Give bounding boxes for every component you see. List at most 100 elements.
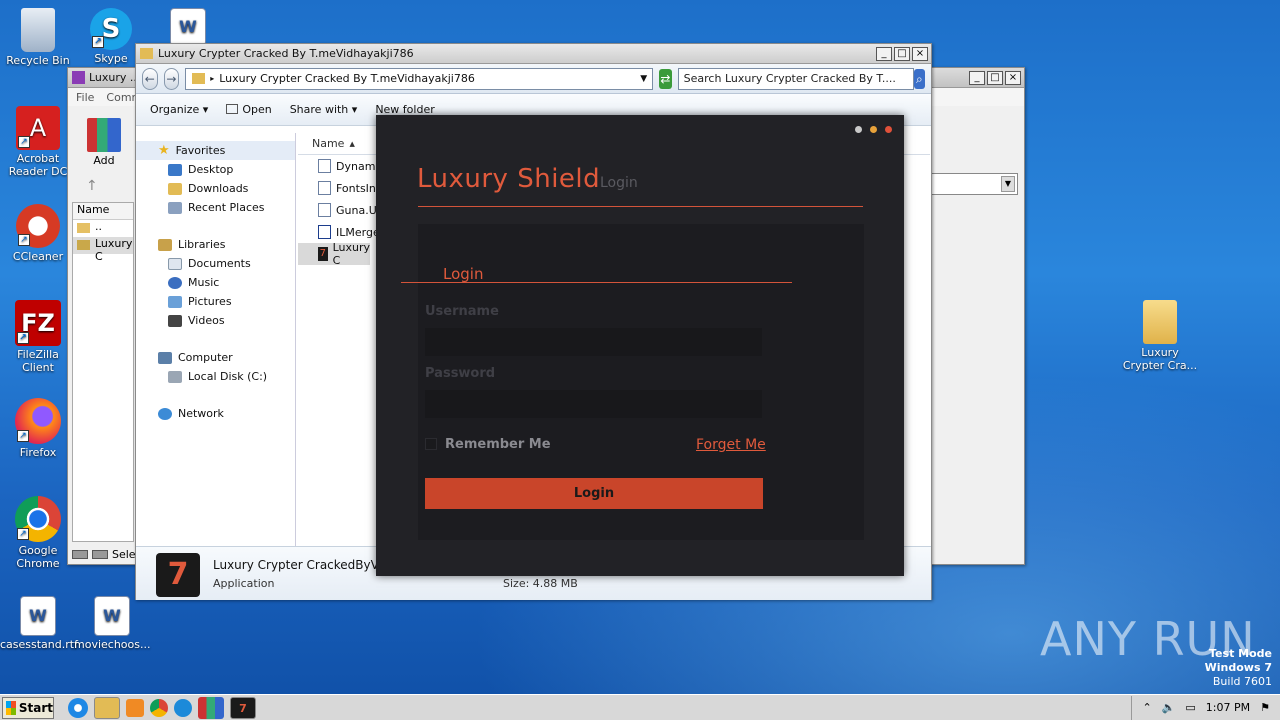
nav-downloads[interactable]: Downloads	[136, 179, 295, 198]
share-with-button[interactable]: Share with ▾	[290, 103, 358, 116]
clock[interactable]: 1:07 PM	[1206, 701, 1250, 714]
password-label: Password	[425, 366, 496, 381]
yellow-dot-icon[interactable]	[870, 126, 877, 133]
nav-music[interactable]: Music	[136, 273, 295, 292]
detail-size: Size: 4.88 MB	[503, 577, 578, 590]
app-subtitle: Login	[600, 175, 638, 191]
desktop-icon-label: FileZilla Client	[17, 348, 59, 374]
nav-videos[interactable]: Videos	[136, 311, 295, 330]
nav-computer[interactable]: Computer	[136, 348, 295, 367]
organize-button[interactable]: Organize ▾	[150, 103, 208, 116]
chevron-down-icon: ▼	[1001, 176, 1015, 192]
computer-icon	[158, 351, 172, 364]
nav-recent-places[interactable]: Recent Places	[136, 198, 295, 217]
nav-libraries[interactable]: Libraries	[136, 235, 295, 254]
chevron-down-icon[interactable]: ▼	[640, 74, 647, 84]
username-input[interactable]	[425, 328, 762, 356]
desktop-icon-moviechoos[interactable]: W moviechoos...	[74, 596, 150, 651]
firefox-icon: ↗	[15, 398, 61, 444]
add-button-label: Add	[93, 154, 115, 167]
password-input[interactable]	[425, 390, 762, 418]
desktop-icon-recycle-bin[interactable]: Recycle Bin	[0, 8, 76, 67]
nav-network[interactable]: Network	[136, 404, 295, 423]
documents-icon	[168, 257, 182, 270]
desktop-icon-filezilla[interactable]: FZ ↗ FileZilla Client	[0, 300, 76, 374]
login-button[interactable]: Login	[425, 478, 763, 509]
maximize-button[interactable]: □	[987, 70, 1003, 85]
back-arrow-icon[interactable]: ←	[142, 67, 158, 90]
test-mode-watermark: Test Mode Windows 7 Build 7601	[1205, 647, 1272, 689]
maximize-button[interactable]: □	[894, 46, 910, 61]
column-header-name[interactable]: Name	[73, 203, 133, 220]
nav-desktop[interactable]: Desktop	[136, 160, 295, 179]
explorer-titlebar[interactable]: Luxury Crypter Cracked By T.meVidhayakji…	[136, 44, 931, 64]
nav-documents[interactable]: Documents	[136, 254, 295, 273]
close-button[interactable]: ×	[912, 46, 928, 61]
open-button[interactable]: Open	[226, 103, 272, 116]
explorer-title: Luxury Crypter Cracked By T.meVidhayakji…	[158, 47, 414, 60]
forget-me-link[interactable]: Forget Me	[696, 437, 766, 453]
forward-arrow-icon[interactable]: →	[163, 67, 180, 90]
internet-explorer-icon[interactable]	[68, 697, 88, 718]
add-archive-icon	[87, 118, 121, 152]
libraries-icon	[158, 238, 172, 251]
minimize-button[interactable]: _	[876, 46, 892, 61]
add-button[interactable]: Add	[74, 114, 134, 176]
luxury-app-icon: 7	[318, 247, 328, 261]
luxury-app-taskbar-icon[interactable]: 7	[230, 696, 256, 719]
nav-pictures[interactable]: Pictures	[136, 292, 295, 311]
speaker-icon[interactable]: 🔈	[1162, 701, 1176, 714]
desktop-icon-chrome[interactable]: ↗ Google Chrome	[0, 496, 76, 570]
acrobat-reader-icon: A ↗	[16, 106, 60, 150]
minimize-button[interactable]: _	[969, 70, 985, 85]
desktop-icon-word-doc[interactable]: W	[150, 8, 226, 48]
desktop-icon-acrobat[interactable]: A ↗ Acrobat Reader DC	[0, 106, 76, 178]
navigation-pane: ★ Favorites Desktop Downloads Recent Pla…	[136, 133, 296, 546]
chrome-taskbar-icon[interactable]	[150, 698, 168, 717]
flag-icon[interactable]: ⚑	[1260, 701, 1270, 714]
star-icon: ★	[158, 143, 170, 158]
desktop-icon-luxury-folder[interactable]: Luxury Crypter Cra...	[1122, 300, 1198, 372]
list-item-label: ..	[95, 220, 102, 233]
remember-me-label[interactable]: Remember Me	[445, 437, 551, 452]
desktop-icon-ccleaner[interactable]: ↗ CCleaner	[0, 204, 76, 263]
show-hidden-icons-icon[interactable]: ⌃	[1142, 701, 1151, 714]
search-icon[interactable]: ⌕	[913, 68, 925, 89]
list-item[interactable]: Luxury C	[73, 237, 133, 263]
address-bar[interactable]: ▸ Luxury Crypter Cracked By T.meVidhayak…	[185, 67, 654, 90]
list-item-label: Luxury C	[95, 237, 133, 263]
refresh-icon[interactable]: ⇄	[659, 68, 672, 89]
folder-icon	[140, 48, 153, 59]
explorer-taskbar-icon[interactable]	[94, 696, 120, 719]
search-input[interactable]: Search Luxury Crypter Cracked By T....	[677, 67, 914, 90]
gray-dot-icon[interactable]	[855, 126, 862, 133]
remember-me-checkbox[interactable]	[425, 438, 437, 450]
winrar-taskbar-icon[interactable]	[198, 696, 224, 719]
menu-item-file[interactable]: File	[76, 91, 94, 104]
start-button[interactable]: Start	[2, 696, 54, 719]
back-window-path-combo[interactable]: ▼	[930, 173, 1018, 195]
folder-icon	[77, 240, 90, 250]
exe-icon	[318, 225, 331, 239]
file-row[interactable]: 7 Luxury C	[298, 241, 370, 267]
nav-local-disk[interactable]: Local Disk (C:)	[136, 367, 295, 386]
app-large-icon: 7	[156, 553, 200, 597]
network-tray-icon[interactable]: ▭	[1185, 701, 1195, 714]
desktop-icon-label: Firefox	[19, 446, 57, 459]
nav-favorites[interactable]: ★ Favorites	[136, 141, 295, 160]
network-icon	[158, 407, 172, 420]
edge-icon[interactable]	[174, 698, 192, 717]
list-item[interactable]: ..	[73, 220, 133, 237]
up-arrow-icon[interactable]: ↑	[86, 178, 98, 194]
filezilla-icon: FZ ↗	[15, 300, 61, 346]
close-button[interactable]: ×	[1005, 70, 1021, 85]
desktop-icon-firefox[interactable]: ↗ Firefox	[0, 398, 76, 459]
archive-icon	[72, 71, 85, 84]
media-player-icon[interactable]	[126, 698, 144, 717]
red-dot-icon[interactable]	[885, 126, 892, 133]
desktop-icon-casesstand[interactable]: W casesstand.rtf	[0, 596, 78, 651]
desktop-icon-label: casesstand.rtf	[0, 638, 78, 651]
luxury-shield-window[interactable]: Luxury Shield Login Login Username Passw…	[376, 115, 904, 576]
watermark-line: Windows 7	[1204, 661, 1272, 674]
taskbar: Start 7 ⌃ 🔈 ▭ 1:07 PM ⚑	[0, 694, 1280, 720]
